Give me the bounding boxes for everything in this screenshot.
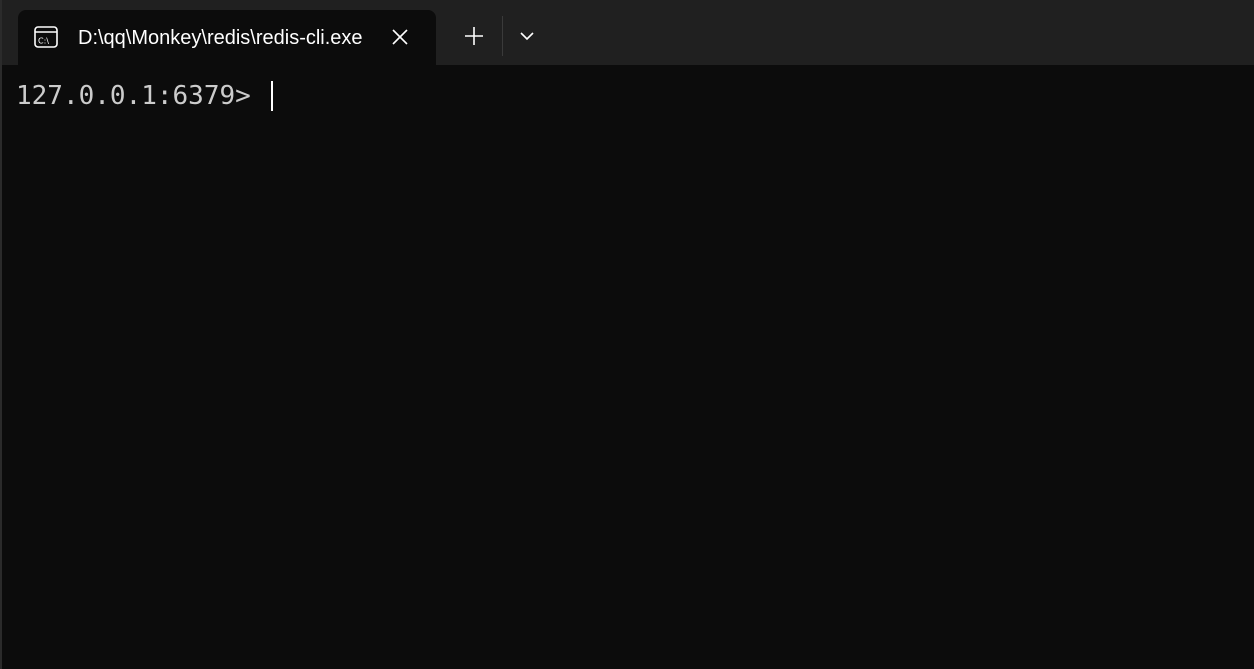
text-cursor (271, 81, 273, 111)
title-bar: C:\ D:\qq\Monkey\redis\redis-cli.exe (0, 0, 1254, 65)
tab-redis-cli[interactable]: C:\ D:\qq\Monkey\redis\redis-cli.exe (18, 10, 436, 65)
chevron-down-icon (520, 32, 534, 41)
new-tab-button[interactable] (450, 14, 498, 58)
close-icon (392, 29, 408, 45)
terminal-window: C:\ D:\qq\Monkey\redis\redis-cli.exe 127… (0, 0, 1254, 669)
terminal-output-area[interactable]: 127.0.0.1:6379> (2, 65, 1254, 669)
plus-icon (465, 27, 483, 45)
terminal-prompt: 127.0.0.1:6379> (16, 81, 267, 111)
command-prompt-icon: C:\ (34, 26, 58, 48)
toolbar-divider (502, 16, 503, 56)
tab-dropdown-button[interactable] (505, 14, 549, 58)
tab-title: D:\qq\Monkey\redis\redis-cli.exe (78, 27, 363, 49)
svg-text:C:\: C:\ (38, 37, 49, 46)
close-tab-button[interactable] (382, 22, 418, 52)
